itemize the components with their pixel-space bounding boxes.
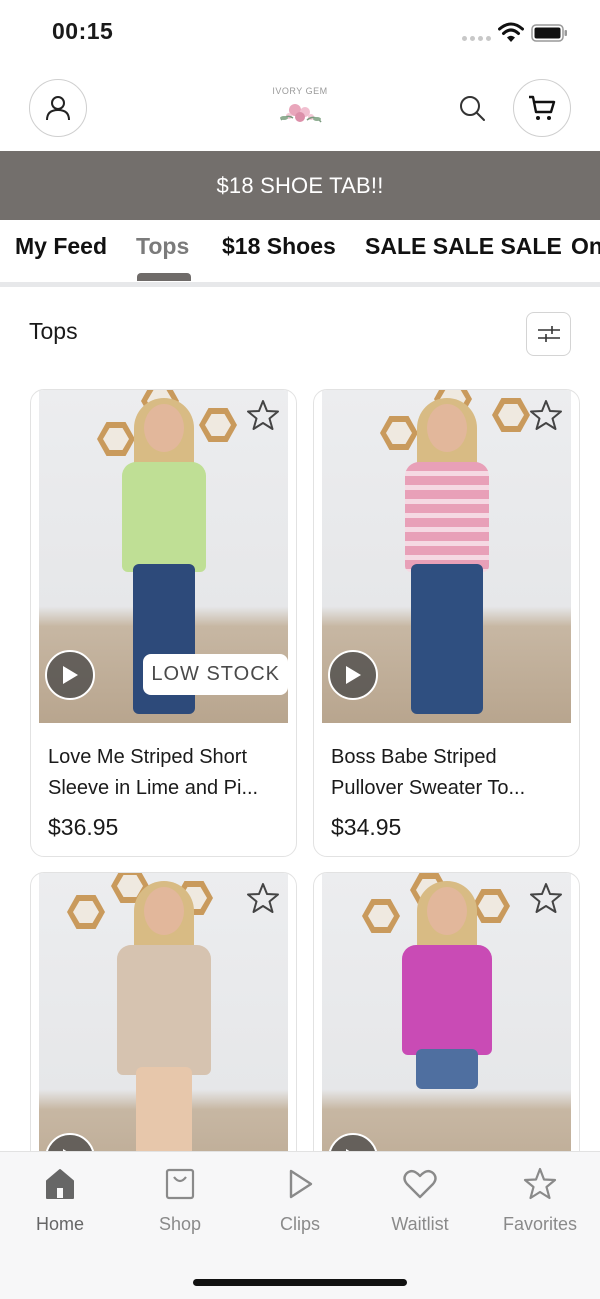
- product-name[interactable]: Love Me Striped Short Sleeve in Lime and…: [48, 742, 288, 804]
- tab-on[interactable]: On: [571, 233, 600, 260]
- product-card[interactable]: Boss Babe Striped Pullover Sweater To...…: [313, 389, 580, 857]
- active-tab-indicator: [137, 273, 191, 281]
- home-indicator[interactable]: [193, 1279, 407, 1286]
- nav-waitlist[interactable]: Waitlist: [365, 1166, 475, 1235]
- product-image[interactable]: [322, 873, 571, 1171]
- product-card[interactable]: LOW STOCK Love Me Striped Short Sleeve i…: [30, 389, 297, 857]
- product-price: $36.95: [48, 814, 119, 840]
- play-video-button[interactable]: [328, 650, 378, 700]
- user-icon: [46, 96, 70, 121]
- favorite-star-icon[interactable]: [529, 398, 563, 432]
- product-name[interactable]: Boss Babe Striped Pullover Sweater To...: [331, 742, 571, 804]
- play-icon: [289, 1169, 313, 1199]
- play-icon: [346, 666, 361, 684]
- signal-icon: [462, 36, 491, 41]
- product-garment: [121, 462, 206, 572]
- favorite-star-icon[interactable]: [529, 881, 563, 915]
- brand-logo[interactable]: IVORY GEM: [260, 86, 340, 134]
- favorite-star-icon[interactable]: [246, 398, 280, 432]
- product-image[interactable]: [39, 873, 288, 1171]
- low-stock-badge: LOW STOCK: [143, 654, 288, 695]
- nav-favorites[interactable]: Favorites: [485, 1166, 595, 1235]
- nav-shop-label: Shop: [158, 1214, 202, 1234]
- category-tabs: My Feed Tops $18 Shoes SALE SALE SALE On: [0, 220, 600, 282]
- header: IVORY GEM: [0, 66, 600, 151]
- sliders-icon: [537, 326, 560, 342]
- page-title: Tops: [29, 318, 78, 344]
- nav-shop[interactable]: Shop: [125, 1166, 235, 1235]
- product-garment: [404, 462, 489, 572]
- status-time: 00:15: [52, 18, 114, 44]
- flower-logo-icon: [280, 104, 322, 123]
- nav-home[interactable]: Home: [5, 1166, 115, 1235]
- shopping-bag-icon: [165, 1168, 195, 1200]
- logo-text: IVORY GEM: [272, 86, 328, 96]
- cart-icon: [529, 95, 556, 120]
- play-video-button[interactable]: [45, 650, 95, 700]
- account-button[interactable]: [29, 79, 87, 137]
- tab-my-feed[interactable]: My Feed: [15, 233, 107, 260]
- product-garment: [116, 945, 211, 1075]
- product-image[interactable]: LOW STOCK: [39, 390, 288, 723]
- product-card[interactable]: [313, 872, 580, 1172]
- wifi-icon: [498, 22, 524, 42]
- tab-18-shoes[interactable]: $18 Shoes: [222, 233, 336, 260]
- nav-clips-label: Clips: [279, 1214, 320, 1234]
- bottom-nav: Home Shop Clips Waitlist Favorites: [0, 1151, 600, 1299]
- play-icon: [63, 666, 78, 684]
- nav-home-label: Home: [35, 1214, 84, 1234]
- nav-waitlist-label: Waitlist: [391, 1214, 449, 1234]
- search-button[interactable]: [455, 91, 489, 125]
- tab-sale[interactable]: SALE SALE SALE: [365, 233, 562, 260]
- divider: [0, 282, 600, 287]
- tab-tops[interactable]: Tops: [136, 233, 189, 260]
- nav-favorites-label: Favorites: [502, 1214, 578, 1234]
- star-icon: [523, 1167, 557, 1200]
- status-bar: 00:15: [0, 0, 600, 66]
- favorite-star-icon[interactable]: [246, 881, 280, 915]
- product-price: $34.95: [331, 814, 402, 840]
- cart-button[interactable]: [513, 79, 571, 137]
- product-image[interactable]: [322, 390, 571, 723]
- battery-icon: [531, 24, 567, 42]
- search-icon: [460, 96, 485, 121]
- heart-icon: [403, 1169, 437, 1199]
- filter-button[interactable]: [526, 312, 571, 356]
- promo-banner-text: $18 SHOE TAB!!: [216, 172, 384, 198]
- home-icon: [46, 1169, 74, 1199]
- product-card[interactable]: [30, 872, 297, 1172]
- nav-clips[interactable]: Clips: [245, 1166, 355, 1235]
- product-garment: [401, 945, 492, 1055]
- promo-banner[interactable]: $18 SHOE TAB!!: [0, 151, 600, 220]
